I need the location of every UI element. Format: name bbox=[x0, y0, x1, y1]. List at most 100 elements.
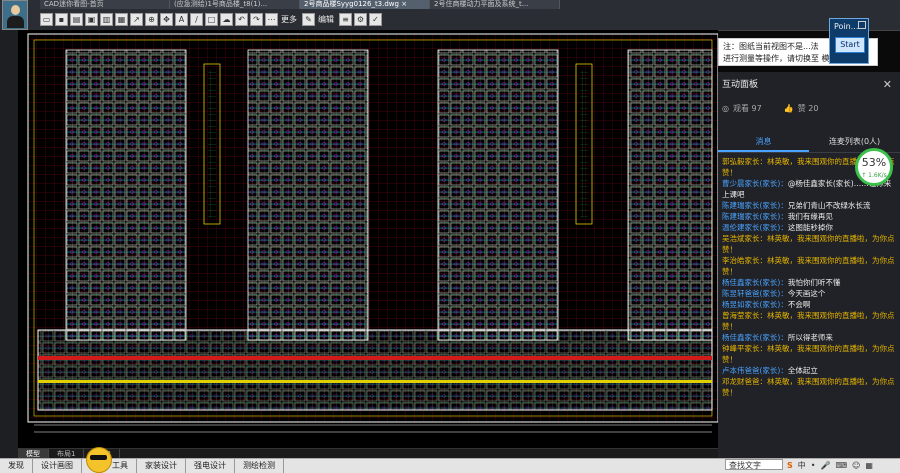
likes-label: 赞 20 bbox=[797, 103, 819, 113]
nav-design-drawing[interactable]: 设计画图 bbox=[33, 459, 82, 473]
nav-survey[interactable]: 测绘检测 bbox=[235, 459, 284, 473]
search-input[interactable]: 查找文字 bbox=[725, 459, 783, 470]
message-text: 全体起立 bbox=[787, 366, 818, 375]
close-icon[interactable]: ✕ bbox=[883, 72, 892, 98]
edit-icon[interactable]: ✎ bbox=[302, 12, 315, 26]
line-icon[interactable]: ∕ bbox=[190, 12, 203, 26]
message-user: 吴浩斌家长： bbox=[722, 234, 767, 243]
point-panel-title: Poin... bbox=[834, 22, 859, 31]
text-icon[interactable]: A bbox=[175, 12, 188, 26]
likes-stat[interactable]: 👍 赞 20 bbox=[784, 103, 819, 114]
save-icon[interactable]: ▪ bbox=[55, 12, 68, 26]
mic-icon[interactable]: 🎤 bbox=[820, 461, 830, 470]
message-user: 杨佳鑫家长(家长)： bbox=[722, 333, 788, 342]
tab-mic-list[interactable]: 连麦列表(0人) bbox=[809, 134, 900, 152]
message-user: 杨昱如家长(家长)： bbox=[722, 300, 788, 309]
avatar[interactable] bbox=[2, 0, 28, 30]
list-item: 钟峰平家长：林英敏，我来围观你的直播啦，为你点赞！ bbox=[722, 343, 896, 365]
sunglasses-emoji-icon bbox=[86, 447, 112, 473]
viewers-label: 观看 97 bbox=[732, 103, 762, 113]
list-item: 吴浩斌家长：林英敏，我来围观你的直播啦，为你点赞！ bbox=[722, 233, 896, 255]
more-icon[interactable]: ⋯ bbox=[265, 12, 278, 26]
list-item: 邓龙财爸爸：林英敏，我来围观你的直播啦，为你点赞！ bbox=[722, 376, 896, 398]
ime-toolbar: S 中 • 🎤 ⌨ ☺ ▦ bbox=[787, 458, 878, 472]
panel-stats: ◎ 观看 97 👍 赞 20 bbox=[718, 98, 900, 118]
tab-power-plan[interactable]: 2号住商楼动力平面及系统_t... bbox=[430, 0, 560, 9]
message-user: 郭弘毅家长： bbox=[722, 157, 767, 166]
tab-building2-active[interactable]: 2号商品楼Syyg0126_t3.dwg × bbox=[300, 0, 430, 9]
undo-icon[interactable]: ↶ bbox=[235, 12, 248, 26]
print-icon[interactable]: ▣ bbox=[85, 12, 98, 26]
building-block-4 bbox=[627, 49, 713, 341]
start-button[interactable]: Start bbox=[835, 37, 865, 53]
building-block-1 bbox=[65, 49, 187, 341]
message-text: 我们有缘再见 bbox=[787, 212, 833, 221]
image-icon[interactable]: ▦ bbox=[115, 12, 128, 26]
left-tool-strip bbox=[0, 30, 19, 458]
message-user: 杨佳鑫家长(家长)： bbox=[722, 278, 788, 287]
top-bar: CAD迷你看图-首页 (应急测绘)1号商品楼_t8(1)... 2号商品楼Syy… bbox=[0, 0, 900, 31]
nav-discover[interactable]: 发现 bbox=[0, 459, 33, 473]
message-user: 曹少晨家长(家长)： bbox=[722, 179, 788, 188]
nav-home-design[interactable]: 家装设计 bbox=[137, 459, 186, 473]
pdf-icon[interactable]: ▥ bbox=[100, 12, 113, 26]
list-item: 杨昱如家长(家长)：不会啊 bbox=[722, 299, 896, 310]
list-item: 曾海莹家长：林英敏，我来围观你的直播啦，为你点赞！ bbox=[722, 310, 896, 332]
message-user: 李治皓家长： bbox=[722, 256, 767, 265]
nav-power-design[interactable]: 强电设计 bbox=[186, 459, 235, 473]
message-text: 今天画这个 bbox=[787, 289, 826, 298]
copy-icon[interactable]: ▤ bbox=[70, 12, 83, 26]
gauge-percent: 53% bbox=[861, 156, 887, 169]
building-block-2 bbox=[247, 49, 369, 341]
sogou-icon[interactable]: S bbox=[787, 461, 793, 470]
tab-messages[interactable]: 消息 bbox=[718, 134, 809, 152]
pan-icon[interactable]: ✥ bbox=[160, 12, 173, 26]
list-item: 陈建瑞家长(家长)：我们有缘再见 bbox=[722, 211, 896, 222]
toolbar: ▭ ▪ ▤ ▣ ▥ ▦ ↗ ⊕ ✥ A ∕ □ ☁ ↶ ↷ ⋯ 更多 ✎ 编辑 … bbox=[40, 10, 384, 28]
tab-home[interactable]: CAD迷你看图-首页 bbox=[40, 0, 170, 9]
list-item: 陈昱轩爸爸(家长)：今天画这个 bbox=[722, 288, 896, 299]
cloud-icon[interactable]: ☁ bbox=[220, 12, 233, 26]
list-item: 温伦建家长(家长)：这图能秒掉你 bbox=[722, 222, 896, 233]
panel-title: 互动面板 bbox=[722, 80, 759, 90]
message-user: 曾海莹家长： bbox=[722, 311, 767, 320]
tab-building1[interactable]: (应急测绘)1号商品楼_t8(1)... bbox=[170, 0, 300, 9]
message-user: 温伦建家长(家长)： bbox=[722, 223, 788, 232]
layer-icon[interactable]: ≡ bbox=[339, 12, 352, 26]
cad-canvas[interactable] bbox=[18, 30, 718, 448]
list-item: 陈建瑞家长(家长)：兄弟们青山不改绿水长流 bbox=[722, 200, 896, 211]
ime-mode-label[interactable]: 中 bbox=[798, 460, 806, 471]
user-icon[interactable]: ☺ bbox=[852, 461, 860, 470]
more-label[interactable]: 更多 bbox=[281, 14, 297, 25]
message-user: 陈昱轩爸爸(家长)： bbox=[722, 289, 788, 298]
list-item: 李治皓家长：林英敏，我来围观你的直播啦，为你点赞！ bbox=[722, 255, 896, 277]
message-user: 卢本伟爸爸(家长)： bbox=[722, 366, 788, 375]
edit-label[interactable]: 编辑 bbox=[318, 14, 334, 25]
podium-block bbox=[37, 329, 713, 411]
check-icon[interactable]: ✓ bbox=[369, 12, 382, 26]
settings-icon[interactable]: ⚙ bbox=[354, 12, 367, 26]
redo-icon[interactable]: ↷ bbox=[250, 12, 263, 26]
punctuation-icon[interactable]: • bbox=[811, 461, 816, 470]
gauge-speed: ↑ 1.6K/s bbox=[861, 172, 887, 179]
point-panel: Poin... Start bbox=[829, 18, 869, 64]
cad-drawing bbox=[18, 30, 718, 448]
network-gauge[interactable]: 53% ↑ 1.6K/s bbox=[855, 148, 893, 186]
list-item: 杨佳鑫家长(家长)：所以得老师来 bbox=[722, 332, 896, 343]
message-user: 陈建瑞家长(家长)： bbox=[722, 201, 788, 210]
message-text: 不会啊 bbox=[787, 300, 811, 309]
keyboard-icon[interactable]: ⌨ bbox=[835, 461, 847, 470]
open-icon[interactable]: ▭ bbox=[40, 12, 53, 26]
building-block-3 bbox=[437, 49, 559, 341]
message-list[interactable]: 郭弘毅家长：林英敏，我来围观你的直播啦，为你点赞！ 曹少晨家长(家长)：@杨佳鑫… bbox=[718, 156, 900, 456]
grid-icon[interactable]: ▦ bbox=[865, 461, 873, 470]
rect-icon[interactable]: □ bbox=[205, 12, 218, 26]
list-item: 卢本伟爸爸(家长)：全体起立 bbox=[722, 365, 896, 376]
close-icon[interactable] bbox=[858, 21, 866, 29]
measure-icon[interactable]: ↗ bbox=[130, 12, 143, 26]
zoom-icon[interactable]: ⊕ bbox=[145, 12, 158, 26]
viewers-stat: ◎ 观看 97 bbox=[722, 103, 762, 114]
interaction-panel: 互动面板 ✕ ◎ 观看 97 👍 赞 20 消息 连麦列表(0人) 郭弘毅家长：林英… bbox=[718, 72, 900, 458]
message-user: 陈建瑞家长(家长)： bbox=[722, 212, 788, 221]
document-tabs: CAD迷你看图-首页 (应急测绘)1号商品楼_t8(1)... 2号商品楼Syy… bbox=[40, 0, 560, 9]
